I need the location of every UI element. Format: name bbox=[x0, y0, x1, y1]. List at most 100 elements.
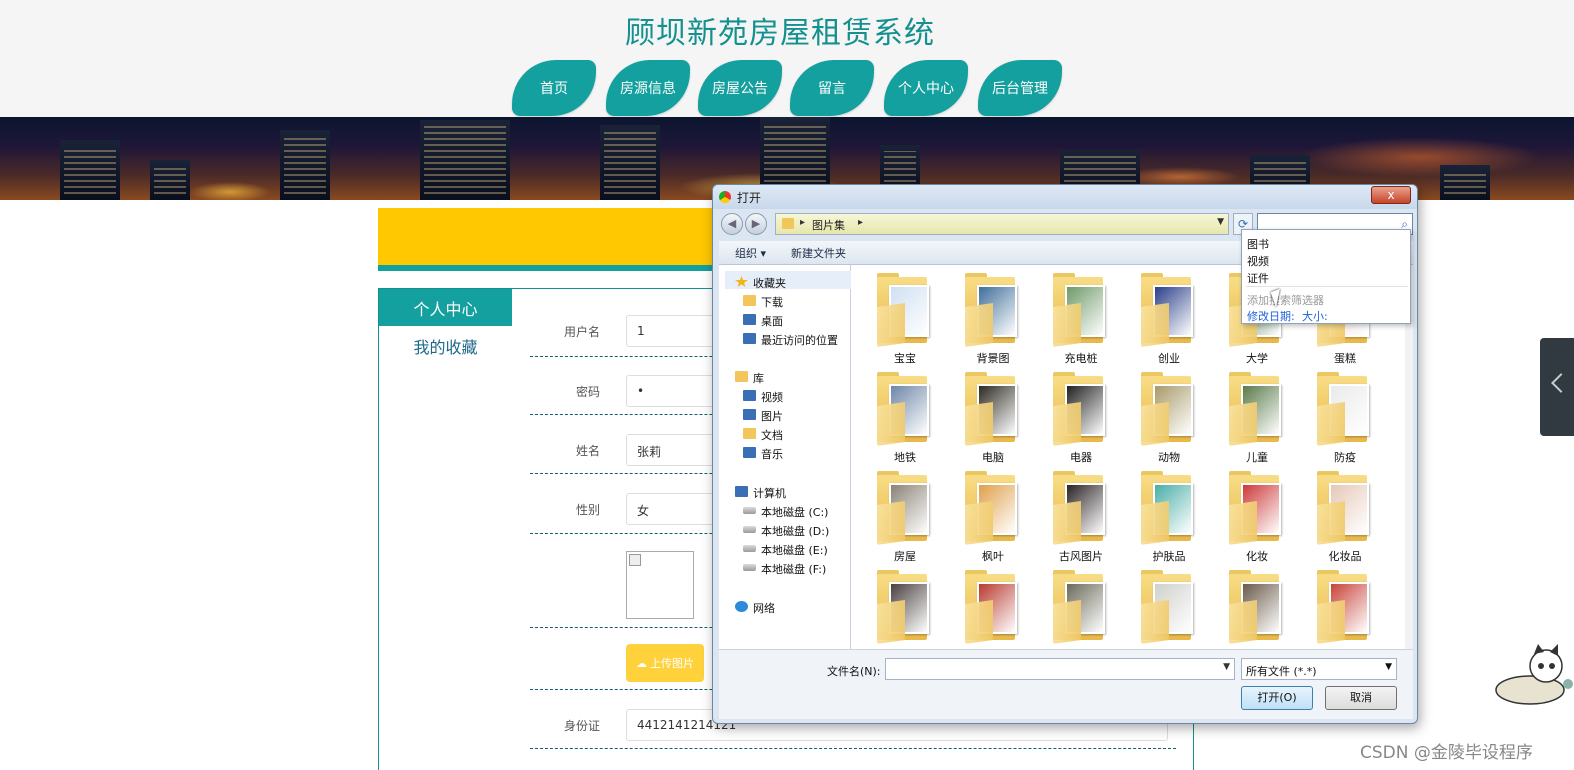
nav-libraries[interactable]: 库 bbox=[735, 370, 764, 386]
drive-icon bbox=[743, 564, 756, 571]
music-icon bbox=[743, 447, 756, 458]
add-filter-hint: 添加搜索筛选器 bbox=[1247, 294, 1324, 307]
nav-desktop-label: 桌面 bbox=[761, 315, 783, 328]
folder-tile[interactable]: 创业 bbox=[1131, 271, 1207, 367]
id-card-label: 身份证 bbox=[563, 719, 600, 733]
upload-image-button[interactable]: ☁ 上传图片 bbox=[626, 644, 704, 682]
folder-icon bbox=[965, 600, 993, 644]
nav-desktop[interactable]: 桌面 bbox=[743, 313, 783, 329]
nav-pictures[interactable]: 图片 bbox=[743, 408, 783, 424]
folder-tile[interactable]: 宝宝 bbox=[867, 271, 943, 367]
file-type-select[interactable]: 所有文件 (*.*) ▼ bbox=[1241, 658, 1397, 680]
cancel-button[interactable]: 取消 bbox=[1325, 686, 1397, 710]
folder-label: 古风图片 bbox=[1059, 550, 1103, 563]
forward-button[interactable]: ▶ bbox=[745, 213, 767, 235]
folder-icon bbox=[1141, 303, 1169, 347]
dropdown-arrow-icon: ▼ bbox=[1385, 662, 1392, 672]
nav-listings[interactable]: 房源信息 bbox=[606, 60, 690, 116]
folder-tile[interactable]: 护肤品 bbox=[1131, 469, 1207, 565]
gender-label: 性别 bbox=[575, 503, 600, 517]
folder-tile[interactable]: 电脑 bbox=[955, 370, 1031, 466]
filter-certificates[interactable]: 证件 bbox=[1247, 270, 1269, 286]
broken-image-icon bbox=[629, 554, 641, 566]
dialog-titlebar: 打开 x bbox=[713, 185, 1417, 209]
nav-favorites[interactable]: 收藏夹 bbox=[735, 275, 786, 291]
recent-places-icon bbox=[743, 333, 756, 344]
nav-admin[interactable]: 后台管理 bbox=[978, 60, 1062, 116]
folder-tile[interactable]: 背景图 bbox=[955, 271, 1031, 367]
nav-recent[interactable]: 最近访问的位置 bbox=[743, 332, 838, 348]
nav-drive-e-label: 本地磁盘 (E:) bbox=[761, 544, 828, 557]
folder-icon bbox=[1053, 402, 1081, 446]
nav-pictures-label: 图片 bbox=[761, 410, 783, 423]
picture-icon bbox=[743, 409, 756, 420]
folder-tile[interactable]: 电器 bbox=[1043, 370, 1119, 466]
close-button[interactable]: x bbox=[1371, 186, 1411, 204]
password-label: 密码 bbox=[575, 385, 600, 399]
folder-tile[interactable]: 化妆 bbox=[1219, 469, 1295, 565]
nav-music[interactable]: 音乐 bbox=[743, 446, 783, 462]
open-button[interactable]: 打开(O) bbox=[1241, 686, 1313, 710]
dropdown-arrow-icon[interactable]: ▼ bbox=[1217, 217, 1224, 227]
nav-messages[interactable]: 留言 bbox=[790, 60, 874, 116]
section-header-bar bbox=[378, 208, 718, 271]
folder-label: 蛋糕 bbox=[1334, 352, 1356, 365]
folder-tile[interactable]: 防疫 bbox=[1307, 370, 1383, 466]
folder-label: 宝宝 bbox=[894, 352, 916, 365]
breadcrumb-folder[interactable]: 图片集 bbox=[812, 217, 845, 233]
nav-personal-center[interactable]: 个人中心 bbox=[884, 60, 968, 116]
folder-icon bbox=[1229, 600, 1257, 644]
upload-button-label: 上传图片 bbox=[650, 657, 694, 670]
back-button[interactable]: ◀ bbox=[721, 213, 743, 235]
drive-icon bbox=[743, 526, 756, 533]
nav-home[interactable]: 首页 bbox=[512, 60, 596, 116]
nav-music-label: 音乐 bbox=[761, 448, 783, 461]
nav-drive-c[interactable]: 本地磁盘 (C:) bbox=[743, 504, 828, 520]
folder-label: 电器 bbox=[1070, 451, 1092, 464]
sidebar-item-favorites[interactable]: 我的收藏 bbox=[379, 334, 512, 358]
address-bar[interactable]: ▸ 图片集 ▸ ▼ bbox=[775, 213, 1229, 235]
folder-tile[interactable]: 儿童 bbox=[1219, 370, 1295, 466]
filter-videos[interactable]: 视频 bbox=[1247, 253, 1269, 269]
nav-drive-d-label: 本地磁盘 (D:) bbox=[761, 525, 830, 538]
filter-date-modified[interactable]: 修改日期: bbox=[1247, 308, 1295, 324]
nav-downloads-label: 下载 bbox=[761, 296, 783, 309]
nav-documents[interactable]: 文档 bbox=[743, 427, 783, 443]
organize-menu[interactable]: 组织 ▾ bbox=[735, 245, 766, 261]
folder-icon bbox=[782, 218, 794, 229]
folder-tile[interactable]: 地铁 bbox=[867, 370, 943, 466]
nav-network[interactable]: 网络 bbox=[735, 600, 775, 616]
folder-tile[interactable]: 枫叶 bbox=[955, 469, 1031, 565]
site-title: 顾坝新苑房屋租赁系统 bbox=[625, 16, 935, 51]
folder-label: 枫叶 bbox=[982, 550, 1004, 563]
folder-tile[interactable]: 动物 bbox=[1131, 370, 1207, 466]
nav-drive-e[interactable]: 本地磁盘 (E:) bbox=[743, 542, 828, 558]
folder-icon bbox=[743, 295, 756, 306]
new-folder-button[interactable]: 新建文件夹 bbox=[791, 245, 846, 261]
folder-tile[interactable]: 充电桩 bbox=[1043, 271, 1119, 367]
nav-computer[interactable]: 计算机 bbox=[735, 485, 786, 501]
filter-books[interactable]: 图书 bbox=[1247, 236, 1269, 252]
search-filter-popup: 图书 视频 证件 添加搜索筛选器 修改日期: 大小: bbox=[1241, 229, 1411, 324]
folder-tile[interactable]: 化妆品 bbox=[1307, 469, 1383, 565]
folder-icon bbox=[965, 501, 993, 545]
nav-announcements[interactable]: 房屋公告 bbox=[698, 60, 782, 116]
folder-tile[interactable]: 古风图片 bbox=[1043, 469, 1119, 565]
folder-label: 地铁 bbox=[894, 451, 916, 464]
nav-videos[interactable]: 视频 bbox=[743, 389, 783, 405]
filter-size[interactable]: 大小: bbox=[1302, 308, 1328, 324]
mascot-image bbox=[1495, 644, 1573, 705]
folder-label: 背景图 bbox=[976, 352, 1010, 365]
nav-drive-f[interactable]: 本地磁盘 (F:) bbox=[743, 561, 827, 577]
nav-drive-f-label: 本地磁盘 (F:) bbox=[761, 563, 827, 576]
folder-label: 化妆品 bbox=[1328, 550, 1362, 563]
filename-input[interactable]: ▼ bbox=[885, 658, 1235, 680]
nav-drive-d[interactable]: 本地磁盘 (D:) bbox=[743, 523, 830, 539]
folder-icon bbox=[1229, 501, 1257, 545]
nav-downloads[interactable]: 下载 bbox=[743, 294, 783, 310]
folder-tile[interactable]: 房屋 bbox=[867, 469, 943, 565]
nav-favorites-label: 收藏夹 bbox=[753, 277, 786, 290]
dropdown-arrow-icon[interactable]: ▼ bbox=[1223, 662, 1230, 672]
folder-icon bbox=[1141, 501, 1169, 545]
side-collapse-tab[interactable] bbox=[1540, 338, 1574, 436]
